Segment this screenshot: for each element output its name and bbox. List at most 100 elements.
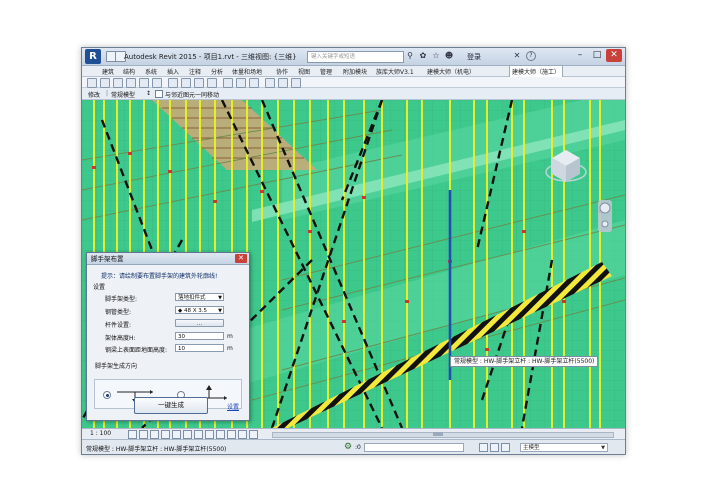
navigation-bar[interactable]: [598, 200, 612, 232]
tab-annotate[interactable]: 注释: [189, 67, 201, 76]
user-icon[interactable]: ☻: [444, 51, 454, 61]
filter-selection-icon[interactable]: [501, 443, 510, 452]
ground-height-input[interactable]: 10: [175, 344, 224, 352]
category-label: 常规模型: [111, 92, 136, 99]
analytical-model-icon[interactable]: [227, 430, 236, 439]
temporary-properties-icon[interactable]: [216, 430, 225, 439]
detail-level-icon[interactable]: [128, 430, 137, 439]
switch-windows-icon[interactable]: [278, 78, 288, 88]
zero-value: :0: [355, 444, 361, 451]
horizontal-scrollbar[interactable]: [272, 432, 614, 438]
binoculars-icon[interactable]: ⚲: [405, 51, 415, 61]
tab-analyze[interactable]: 分析: [211, 67, 223, 76]
tab-addins[interactable]: 附加模块: [343, 67, 367, 76]
hide-isolate-icon[interactable]: [194, 430, 203, 439]
settings-link[interactable]: 设置: [227, 402, 239, 411]
close-button[interactable]: ✕: [606, 49, 622, 62]
open-file-icon[interactable]: [100, 78, 110, 88]
move-with-nearby-checkbox[interactable]: [155, 90, 163, 98]
tab-view[interactable]: 视图: [298, 67, 310, 76]
chevron-down-icon: ▼: [601, 445, 605, 451]
revit-window: R Autodesk Revit 2015 - 项目1.rvt - 三维视图: …: [81, 47, 626, 455]
tab-structure[interactable]: 结构: [123, 67, 135, 76]
highlight-displacement-icon[interactable]: [238, 430, 247, 439]
login-button[interactable]: 登录: [467, 52, 481, 62]
exchange-icon[interactable]: ✕: [512, 51, 522, 61]
ribbon-tabs: 建筑 结构 系统 插入 注释 分析 体量和场地 协作 视图 管理 附加模块 族库…: [82, 65, 625, 77]
scaffold-layout-dialog: 脚手架布置 ✕ 提示：请绘制要布置脚手架的建筑外轮廓线! 设置 脚手架类型: 落…: [86, 252, 250, 421]
pipe-type-select[interactable]: ◆ 48 X 3.5 ▼: [175, 306, 224, 314]
scaffold-type-label: 脚手架类型:: [105, 296, 138, 303]
model-select[interactable]: 主模型 ▼: [520, 443, 608, 452]
help-icon[interactable]: ?: [526, 51, 536, 61]
chevron-down-icon: ▼: [218, 295, 222, 301]
window-title: Autodesk Revit 2015 - 项目1.rvt - 三维视图: {三…: [124, 53, 297, 61]
lock-view-icon[interactable]: [183, 430, 192, 439]
tab-modeling-construction[interactable]: 建模大师（施工）: [509, 65, 564, 77]
maximize-button[interactable]: □: [589, 49, 605, 62]
bar-settings-button[interactable]: ...: [175, 319, 224, 327]
direction-label: 脚手架生成方向: [95, 363, 138, 370]
settings-group-label: 设置: [93, 284, 106, 291]
ground-height-label: 钢梁上表面距地面高度:: [105, 347, 168, 354]
scaffold-type-select[interactable]: 落地扣件式 ▼: [175, 293, 224, 301]
scrollbar-thumb[interactable]: [433, 432, 443, 436]
search-input[interactable]: 键入关键字或短语: [307, 51, 404, 63]
dimension-icon[interactable]: [181, 78, 191, 88]
bar-settings-label: 杆件设置:: [105, 322, 132, 329]
chevron-down-icon: ▼: [218, 308, 222, 314]
thin-lines-icon[interactable]: [249, 78, 259, 88]
filter-icon[interactable]: ↕: [146, 90, 151, 97]
tab-systems[interactable]: 系统: [145, 67, 157, 76]
scaffold-height-input[interactable]: 30: [175, 332, 224, 340]
redo-icon[interactable]: [139, 78, 149, 88]
constraints-icon[interactable]: [249, 430, 258, 439]
undo-icon[interactable]: [126, 78, 136, 88]
dialog-close-button[interactable]: ✕: [235, 254, 247, 263]
close-hidden-icon[interactable]: [265, 78, 275, 88]
reveal-hidden-icon[interactable]: [205, 430, 214, 439]
tab-manage[interactable]: 管理: [320, 67, 332, 76]
print-icon[interactable]: [152, 78, 162, 88]
modify-icon[interactable]: [87, 78, 97, 88]
section-icon[interactable]: [236, 78, 246, 88]
minimize-button[interactable]: –: [572, 49, 588, 62]
direction-down-radio[interactable]: [103, 391, 111, 399]
quick-access-toolbar: [82, 77, 625, 88]
scaffold-height-label: 架体高度H:: [105, 335, 136, 342]
customize-icon[interactable]: [291, 78, 301, 88]
status-bar: 常规模型 : HW-脚手架立杆 : HW-脚手架立杆(5500) ⚙ :0 主模…: [82, 439, 625, 454]
tab-family-library[interactable]: 族库大师V3.1: [376, 67, 414, 76]
text-icon[interactable]: [207, 78, 217, 88]
tab-modeling-mep[interactable]: 建模大师（机电）: [427, 67, 475, 76]
shadows-icon[interactable]: [161, 430, 170, 439]
save-file-icon[interactable]: [113, 78, 123, 88]
tab-insert[interactable]: 插入: [167, 67, 179, 76]
crop-view-icon[interactable]: [172, 430, 181, 439]
dialog-hint: 提示：请绘制要布置脚手架的建筑外轮廓线!: [101, 273, 218, 280]
revit-logo-icon[interactable]: R: [85, 49, 101, 64]
ground-unit-label: m: [227, 345, 233, 352]
tab-architecture[interactable]: 建筑: [102, 67, 114, 76]
tag-icon[interactable]: [194, 78, 204, 88]
tab-collaborate[interactable]: 协作: [276, 67, 288, 76]
generate-button[interactable]: 一键生成: [134, 397, 208, 414]
height-unit-label: m: [227, 333, 233, 340]
3d-viewport[interactable]: 60.0 常规模型 : HW-脚手架立杆 : HW-脚手架立杆(5500) 脚手…: [82, 100, 625, 428]
editable-only-icon[interactable]: [479, 443, 488, 452]
model-select-value: 主模型: [523, 445, 540, 451]
workset-select[interactable]: [364, 443, 464, 452]
tab-massing[interactable]: 体量和场地: [232, 67, 262, 76]
scale-label[interactable]: 1 : 100: [90, 430, 111, 437]
favorite-icon[interactable]: ☆: [431, 51, 441, 61]
subscription-icon[interactable]: ✿: [418, 51, 428, 61]
visual-style-icon[interactable]: [139, 430, 148, 439]
sun-path-icon[interactable]: [150, 430, 159, 439]
measure-icon[interactable]: [168, 78, 178, 88]
design-options-icon[interactable]: [490, 443, 499, 452]
modify-label: 修改: [88, 92, 101, 99]
3d-view-icon[interactable]: [223, 78, 233, 88]
dialog-title: 脚手架布置: [87, 253, 249, 265]
worksets-icon[interactable]: ⚙: [344, 442, 352, 452]
view-control-bar: 1 : 100: [82, 428, 625, 439]
